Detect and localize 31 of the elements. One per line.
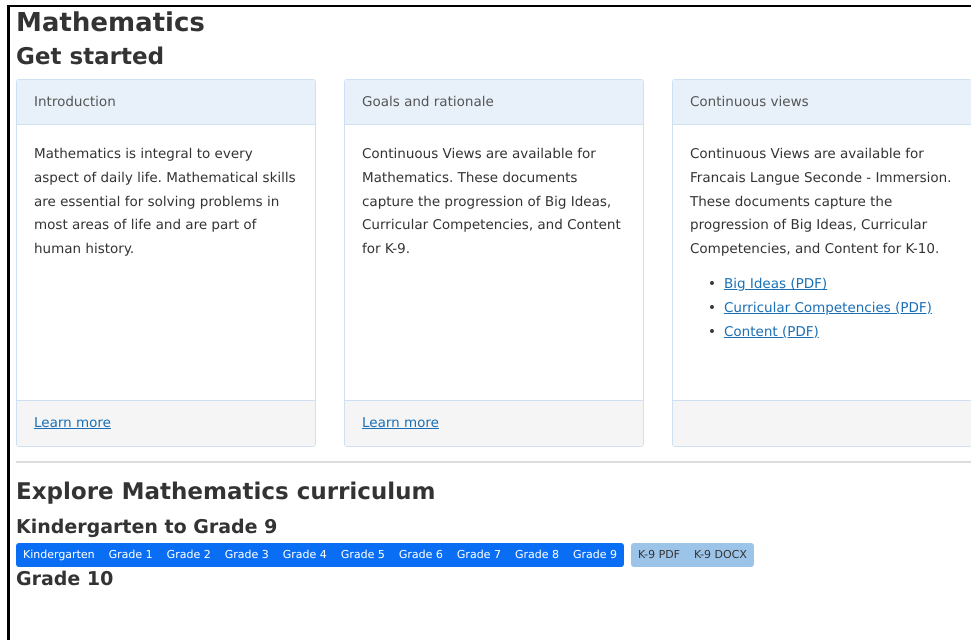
section-heading: Get started [16,44,166,72]
bullet-mark: • [708,299,717,318]
learn-more-link[interactable]: Learn more [34,415,111,432]
grade-button[interactable]: Grade 4 [276,543,334,568]
grade-button[interactable]: Grade 1 [102,543,160,568]
grade-button[interactable]: Grade 3 [218,543,276,568]
card-header: Continuous views [673,80,971,126]
card-text: Continuous Views are available for Mathematics. These documents capture the progression of Big Ideas, Curricular Competencies, and Content for K-9. [362,145,622,259]
card-text: Continuous Views are available for Francais Langue Seconde - Immersion. These documents capture the progression of Big Ideas, Curricular Competencies, and Content for K-10. [690,145,952,259]
grade-button[interactable]: Grade 5 [334,543,392,568]
document-link[interactable]: Curricular Competencies (PDF) [724,300,932,316]
card-header: Goals and rationale [345,80,643,126]
grade-button[interactable]: Grade 9 [566,543,624,568]
learn-more-link[interactable]: Learn more [362,415,439,432]
card-header: Introduction [17,80,315,126]
grade-button[interactable]: Grade 2 [160,543,218,568]
section-heading: Explore Mathematics curriculum [16,479,437,507]
card-text: Mathematics is integral to every aspect of daily life. Mathematical skills are essential for solving problems in most areas of life and are part of human history. [34,145,297,259]
grade-button[interactable]: Kindergarten [16,543,102,568]
bullet-mark: • [708,322,717,342]
grade-button[interactable]: Grade 6 [392,543,450,568]
grade-button[interactable]: Grade 8 [508,543,566,568]
subsection-heading: Kindergarten to Grade 9 [16,514,278,540]
bullet-mark: • [708,275,717,294]
grade-button[interactable]: Grade 7 [450,543,508,568]
page-title: Mathematics [16,7,206,40]
subsection-heading: Grade 10 [16,567,114,592]
document-link[interactable]: Content (PDF) [724,324,819,340]
download-button[interactable]: K-9 DOCX [687,543,754,568]
download-button[interactable]: K-9 PDF [631,543,688,568]
document-link[interactable]: Big Ideas (PDF) [724,276,828,292]
